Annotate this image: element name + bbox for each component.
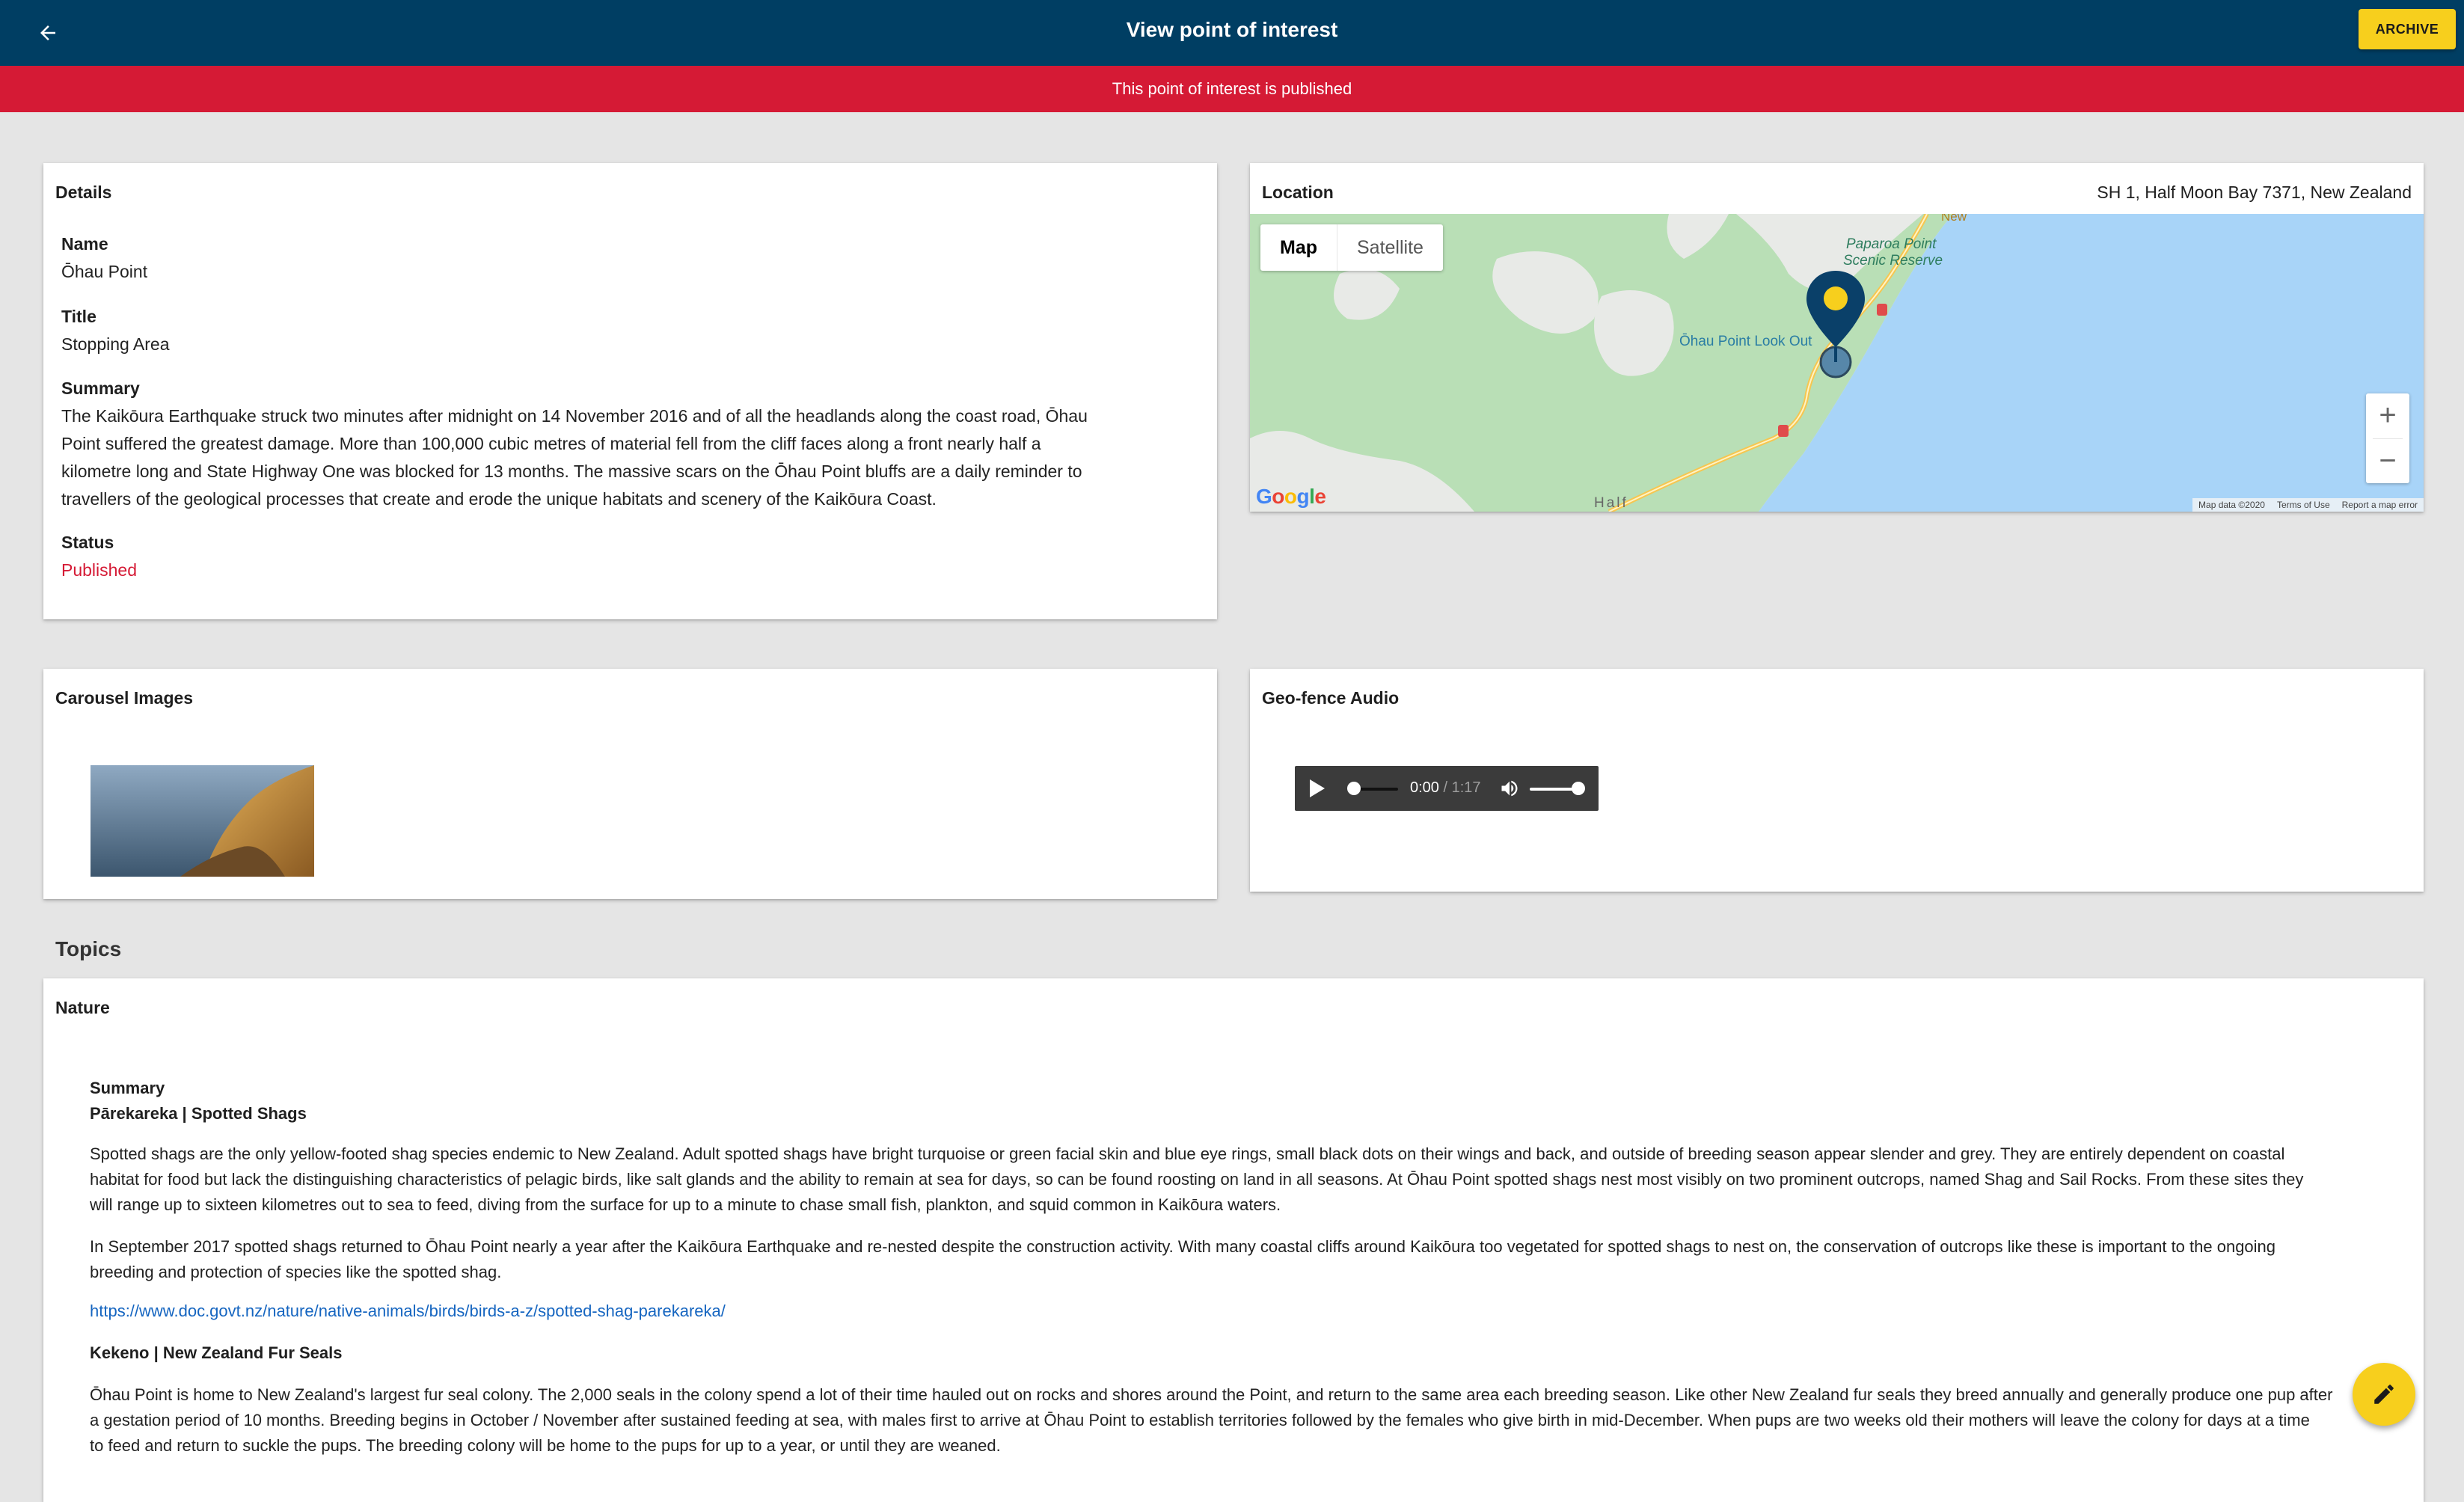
location-address: SH 1, Half Moon Bay 7371, New Zealand [2097,183,2412,202]
terms-of-use-link[interactable]: Terms of Use [2277,498,2330,512]
map-type-satellite-button[interactable]: Satellite [1337,224,1443,271]
spotted-shag-link[interactable]: https://www.doc.govt.nz/nature/native-an… [90,1302,726,1321]
name-value: Ōhau Point [61,262,148,281]
summary-line: The Kaikōura Earthquake struck two minut… [61,406,1088,426]
carousel-image [91,765,314,877]
report-map-error-link[interactable]: Report a map error [2342,498,2418,512]
google-logo: Google [1256,485,1326,508]
map-type-control: Map Satellite [1260,224,1443,271]
carousel-image-thumbnail[interactable] [91,765,314,877]
audio-player: 0:00 / 1:17 [1295,766,1599,811]
seals-paragraph-1: Ōhau Point is home to New Zealand's larg… [90,1382,2416,1459]
shags-paragraph-1: Spotted shags are the only yellow-footed… [90,1141,2416,1218]
map-label-new: New [1941,214,1967,224]
audio-time-separator: / [1438,779,1452,796]
summary-line: kilometre long and State Highway One was… [61,462,1082,481]
archive-button[interactable]: ARCHIVE [2359,9,2456,49]
text-line: to feed and return to suckle the pups. T… [90,1436,1001,1455]
title-value: Stopping Area [61,334,170,354]
zoom-in-button[interactable]: + [2366,393,2409,438]
zoom-control: + − [2366,393,2409,483]
geofence-audio-card: Geo-fence Audio 0:00 / 1:17 [1250,669,2424,892]
map-label-lookout: Ōhau Point Look Out [1679,334,1812,349]
text-line: Ōhau Point is home to New Zealand's larg… [90,1385,2333,1404]
summary-label: Summary [61,378,140,398]
topics-heading: Topics [55,937,122,960]
location-map[interactable]: Paparoa Point Scenic Reserve Ōhau Point … [1250,214,2424,512]
map-label-reserve-1: Paparoa Point [1846,236,1937,252]
play-button[interactable] [1310,779,1325,797]
text-line: In September 2017 spotted shags returned… [90,1237,2276,1256]
text-line: a gestation period of 10 months. Breedin… [90,1411,2310,1429]
summary-text: The Kaikōura Earthquake struck two minut… [61,402,1206,513]
published-status-banner: This point of interest is published [0,66,2464,112]
audio-card-title: Geo-fence Audio [1262,688,1400,708]
map-data-attribution: Map data ©2020 [2198,500,2265,510]
shags-heading: Pārekareka | Spotted Shags [90,1104,307,1123]
name-label: Name [61,234,108,254]
topic-nature-title: Nature [55,998,110,1017]
audio-time: 0:00 / 1:17 [1410,779,1481,797]
text-line: Spotted shags are the only yellow-footed… [90,1144,2285,1163]
audio-current-time: 0:00 [1410,779,1439,796]
page-title: View point of interest [1126,18,1338,41]
audio-progress-knob[interactable] [1347,782,1361,795]
summary-line: travellers of the geological processes t… [61,489,937,509]
top-app-bar: View point of interest ARCHIVE [0,0,2464,66]
details-card-title: Details [55,183,112,202]
map-label-reserve-2: Scenic Reserve [1843,253,1943,269]
map-footer: Map data ©2020 Terms of Use Report a map… [2192,498,2424,512]
carousel-card-title: Carousel Images [55,688,194,708]
location-card-title: Location [1262,183,1334,202]
volume-icon[interactable] [1498,778,1521,799]
carousel-images-card: Carousel Images [43,669,1217,899]
location-card: Location SH 1, Half Moon Bay 7371, New Z… [1250,163,2424,512]
audio-duration: 1:17 [1451,779,1481,796]
details-card: Details Name Ōhau Point Title Stopping A… [43,163,1217,619]
map-type-map-button[interactable]: Map [1260,224,1337,271]
title-label: Title [61,307,96,326]
edit-fab-button[interactable] [2353,1363,2415,1426]
seals-heading: Kekeno | New Zealand Fur Seals [90,1343,343,1362]
text-line: habitat for food but lack the distinguis… [90,1170,2304,1189]
text-line: will range up to sixteen kilometres out … [90,1195,1281,1214]
edit-pencil-icon [2374,1385,2394,1404]
topic-summary-label: Summary [90,1079,165,1097]
status-label: Status [61,533,114,552]
zoom-out-button[interactable]: − [2366,439,2409,484]
map-label-half: Half [1594,495,1628,511]
topic-nature-card: Nature Summary Pārekareka | Spotted Shag… [43,978,2424,1502]
summary-line: Point suffered the greatest damage. More… [61,434,1041,453]
status-value: Published [61,560,138,580]
text-line: breeding and protection of species like … [90,1263,502,1281]
volume-knob[interactable] [1572,782,1585,795]
shags-paragraph-2: In September 2017 spotted shags returned… [90,1234,2416,1285]
